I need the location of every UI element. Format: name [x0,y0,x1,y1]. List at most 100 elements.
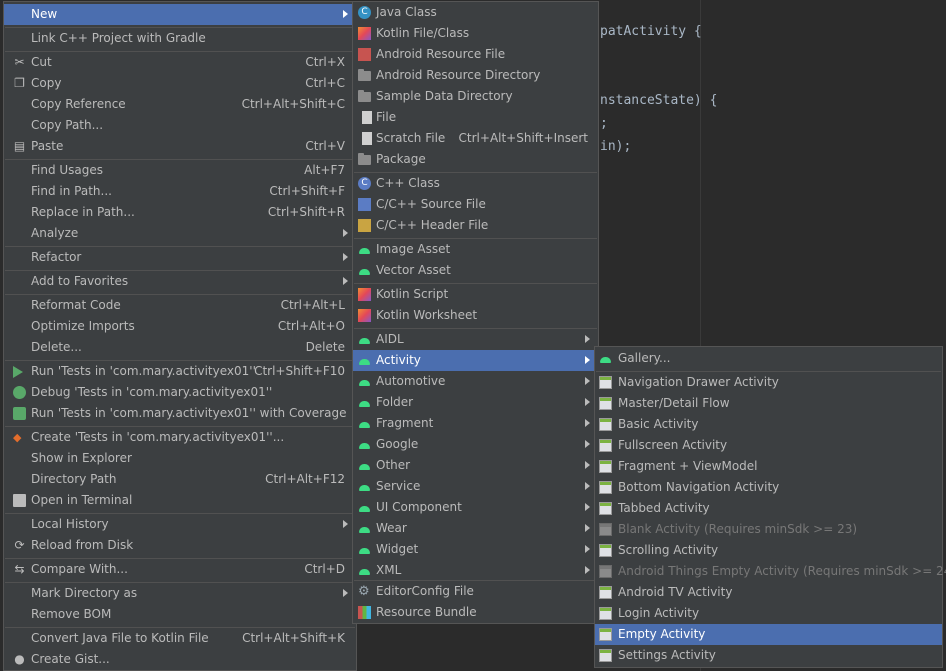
activity-item-settings-activity[interactable]: Settings Activity [595,645,942,666]
folder-icon [358,69,371,81]
new-item-c-c-source-file[interactable]: C/C++ Source File [353,194,598,215]
menu-item-remove-bom[interactable]: Remove BOM [4,604,356,625]
new-item-scratch-file[interactable]: Scratch File Ctrl+Alt+Shift+Insert [353,128,598,149]
menu-item-label: Optimize Imports [31,319,135,333]
new-item-java-class[interactable]: C Java Class [353,2,598,23]
menu-item-label: Kotlin Script [376,287,449,301]
new-item-editorconfig-file[interactable]: ⚙ EditorConfig File [353,581,598,602]
menu-item-show-in-explorer[interactable]: Show in Explorer [4,448,356,469]
new-item-service[interactable]: Service [353,476,598,497]
menu-item-find-in-path[interactable]: Find in Path... Ctrl+Shift+F [4,181,356,202]
menu-item-refactor[interactable]: Refactor [4,247,356,268]
menu-item-analyze[interactable]: Analyze [4,223,356,244]
menu-item-label: Run 'Tests in 'com.mary.activityex01'' [31,364,256,378]
menu-item-find-usages[interactable]: Find Usages Alt+F7 [4,160,356,181]
debug-icon [13,386,26,399]
new-item-aidl[interactable]: AIDL [353,329,598,350]
new-item-sample-data-directory[interactable]: Sample Data Directory [353,86,598,107]
menu-item-add-to-favorites[interactable]: Add to Favorites [4,271,356,292]
menu-separator [5,51,355,52]
new-item-automotive[interactable]: Automotive [353,371,598,392]
menu-item-label: Android Things Empty Activity (Requires … [618,564,946,578]
menu-item-new[interactable]: New [4,4,356,25]
new-item-wear[interactable]: Wear [353,518,598,539]
new-item-activity[interactable]: Activity [353,350,598,371]
android-icon [358,417,371,430]
menu-item-label: Java Class [376,5,437,19]
activity-item-scrolling-activity[interactable]: Scrolling Activity [595,540,942,561]
activity-item-fragment-viewmodel[interactable]: Fragment + ViewModel [595,456,942,477]
activity-item-empty-activity[interactable]: Empty Activity [595,624,942,645]
new-item-android-resource-file[interactable]: Android Resource File [353,44,598,65]
new-item-c-c-header-file[interactable]: C/C++ Header File [353,215,598,236]
menu-item-link-c-project-with-gradle[interactable]: Link C++ Project with Gradle [4,28,356,49]
compare-icon: ⇆ [14,562,25,576]
new-item-xml[interactable]: XML [353,560,598,581]
new-item-c-class[interactable]: C C++ Class [353,173,598,194]
new-item-fragment[interactable]: Fragment [353,413,598,434]
activity-item-master-detail-flow[interactable]: Master/Detail Flow [595,393,942,414]
menu-item-delete[interactable]: Delete... Delete [4,337,356,358]
new-item-widget[interactable]: Widget [353,539,598,560]
menu-item-convert-java-file-to-kotlin-file[interactable]: Convert Java File to Kotlin File Ctrl+Alt… [4,628,356,649]
new-item-package[interactable]: Package [353,149,598,170]
menu-item-label: Settings Activity [618,648,716,662]
new-item-android-resource-directory[interactable]: Android Resource Directory [353,65,598,86]
menu-separator [5,627,355,628]
activity-item-navigation-drawer-activity[interactable]: Navigation Drawer Activity [595,372,942,393]
cpp-source-icon [358,198,371,211]
new-item-resource-bundle[interactable]: Resource Bundle [353,602,598,623]
menu-item-create-gist[interactable]: ● Create Gist... [4,649,356,670]
activity-item-gallery[interactable]: Gallery... [595,348,942,369]
android-icon [358,243,371,256]
menu-item-paste[interactable]: ▤ Paste Ctrl+V [4,136,356,157]
activity-template-icon [599,565,612,578]
menu-item-label: Link C++ Project with Gradle [31,31,206,45]
kotlin-script-icon [358,288,371,301]
menu-item-compare-with[interactable]: ⇆ Compare With... Ctrl+D [4,559,356,580]
context-menu: New Link C++ Project with Gradle ✂ Cut Ctrl+… [3,1,357,671]
activity-item-android-tv-activity[interactable]: Android TV Activity [595,582,942,603]
new-item-kotlin-worksheet[interactable]: Kotlin Worksheet [353,305,598,326]
menu-item-run-tests-in-com-mary-activityex01-with-[interactable]: Run 'Tests in 'com.mary.activityex01'' w… [4,403,356,424]
new-item-ui-component[interactable]: UI Component [353,497,598,518]
menu-item-optimize-imports[interactable]: Optimize Imports Ctrl+Alt+O [4,316,356,337]
activity-item-fullscreen-activity[interactable]: Fullscreen Activity [595,435,942,456]
menu-item-debug-tests-in-com-mary-activityex01[interactable]: Debug 'Tests in 'com.mary.activityex01'' [4,382,356,403]
menu-item-reload-from-disk[interactable]: ⟳ Reload from Disk [4,535,356,556]
new-item-google[interactable]: Google [353,434,598,455]
new-item-image-asset[interactable]: Image Asset [353,239,598,260]
menu-item-reformat-code[interactable]: Reformat Code Ctrl+Alt+L [4,295,356,316]
menu-item-copy-path[interactable]: Copy Path... [4,115,356,136]
menu-item-label: Reload from Disk [31,538,134,552]
menu-item-open-in-terminal[interactable]: Open in Terminal [4,490,356,511]
menu-separator [5,294,355,295]
shortcut-label: Ctrl+Alt+F12 [265,472,345,486]
new-item-file[interactable]: File [353,107,598,128]
menu-item-directory-path[interactable]: Directory Path Ctrl+Alt+F12 [4,469,356,490]
submenu-arrow-icon [585,398,590,406]
menu-item-copy[interactable]: ❐ Copy Ctrl+C [4,73,356,94]
new-item-kotlin-script[interactable]: Kotlin Script [353,284,598,305]
menu-item-run-tests-in-com-mary-activityex01[interactable]: Run 'Tests in 'com.mary.activityex01'' Ct… [4,361,356,382]
menu-item-local-history[interactable]: Local History [4,514,356,535]
menu-item-label: Blank Activity (Requires minSdk >= 23) [618,522,858,536]
menu-item-label: XML [376,563,402,577]
menu-item-copy-reference[interactable]: Copy Reference Ctrl+Alt+Shift+C [4,94,356,115]
android-icon [358,459,371,472]
activity-item-tabbed-activity[interactable]: Tabbed Activity [595,498,942,519]
menu-item-cut[interactable]: ✂ Cut Ctrl+X [4,52,356,73]
new-item-kotlin-file-class[interactable]: Kotlin File/Class [353,23,598,44]
java-class-icon: C [358,6,371,19]
activity-item-login-activity[interactable]: Login Activity [595,603,942,624]
menu-item-create-tests-in-com-mary-activityex01[interactable]: ◆ Create 'Tests in 'com.mary.activityex01… [4,427,356,448]
menu-item-mark-directory-as[interactable]: Mark Directory as [4,583,356,604]
submenu-arrow-icon [343,277,348,285]
activity-template-icon [599,523,612,536]
new-item-other[interactable]: Other [353,455,598,476]
activity-item-bottom-navigation-activity[interactable]: Bottom Navigation Activity [595,477,942,498]
new-item-vector-asset[interactable]: Vector Asset [353,260,598,281]
new-item-folder[interactable]: Folder [353,392,598,413]
menu-item-replace-in-path[interactable]: Replace in Path... Ctrl+Shift+R [4,202,356,223]
activity-item-basic-activity[interactable]: Basic Activity [595,414,942,435]
